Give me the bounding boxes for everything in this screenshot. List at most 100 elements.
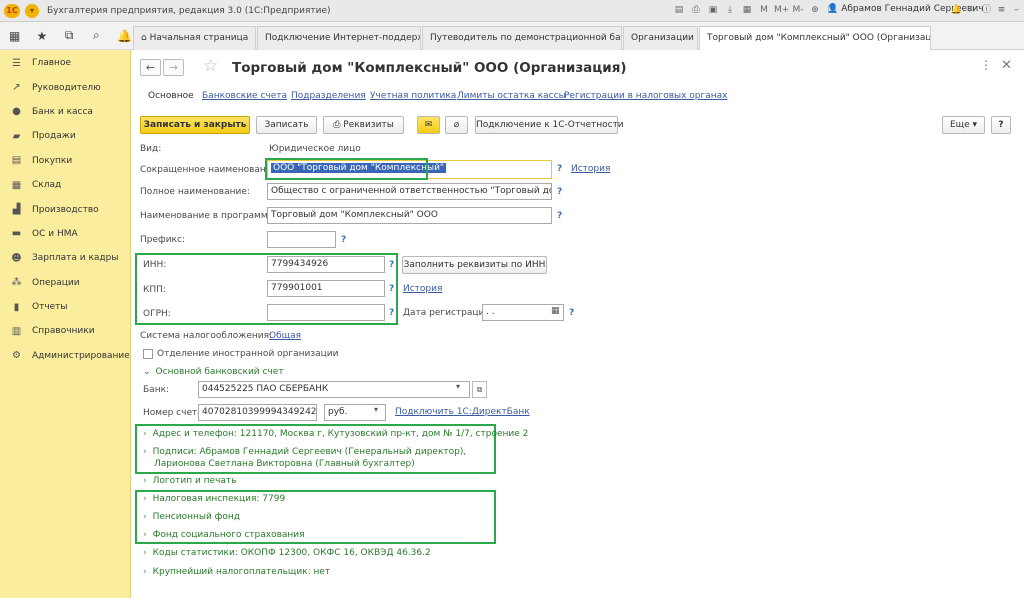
social-fund-section[interactable]: › Фонд социального страхования xyxy=(143,530,305,540)
minimize-icon[interactable]: – xyxy=(1010,3,1023,17)
tax-office-section[interactable]: › Налоговая инспекция: 7799 xyxy=(143,494,285,504)
tab-internet-support[interactable]: Подключение Интернет-поддержки xyxy=(257,26,421,50)
chevron-right-icon: › xyxy=(143,494,147,504)
kpp-field[interactable]: 779901001 xyxy=(267,280,385,297)
subtab-bank-accounts[interactable]: Банковские счета xyxy=(202,91,287,101)
largest-taxpayer-section[interactable]: › Крупнейший налогоплательщик: нет xyxy=(143,567,330,577)
form-close-icon[interactable]: ✕ xyxy=(1001,58,1012,73)
memory-m-icon[interactable]: M xyxy=(757,3,771,17)
bag-icon: ▤ xyxy=(11,155,22,167)
memory-minus-icon[interactable]: M- xyxy=(791,3,805,17)
history-icon[interactable]: ⧉ xyxy=(63,28,76,43)
sidebar-item-purchases[interactable]: ▤ Покупки xyxy=(0,149,130,173)
email-button[interactable]: ✉ xyxy=(417,116,440,134)
open-link-icon[interactable]: ⧉ xyxy=(472,381,487,398)
sidebar-item-warehouse[interactable]: ▦ Склад xyxy=(0,173,130,197)
prefix-help-icon[interactable]: ? xyxy=(341,235,346,245)
save-button[interactable]: Записать xyxy=(256,116,317,134)
reg-date-help-icon[interactable]: ? xyxy=(569,308,574,318)
sidebar-item-admin[interactable]: ⚙ Администрирование xyxy=(0,344,130,368)
more-dots-icon[interactable]: ⋮ xyxy=(980,58,992,72)
sidebar-item-catalogs[interactable]: ▥ Справочники xyxy=(0,319,130,343)
requisites-button[interactable]: ⎙ Реквизиты xyxy=(323,116,404,134)
favorite-star-icon[interactable]: ☆ xyxy=(203,56,218,76)
inn-help-icon[interactable]: ? xyxy=(389,260,394,270)
calendar-icon[interactable]: ▦ xyxy=(740,3,754,17)
bell-icon[interactable]: 🔔 xyxy=(950,3,963,17)
tax-system-link[interactable]: Общая xyxy=(269,331,301,341)
signatures-section[interactable]: › Подписи: Абрамов Геннадий Сергеевич (Ге… xyxy=(143,447,466,457)
program-name-help-icon[interactable]: ? xyxy=(557,211,562,221)
sidebar-item-main[interactable]: ☰ Главное xyxy=(0,51,130,75)
ruble-icon: ● xyxy=(12,106,21,118)
address-section[interactable]: › Адрес и телефон: 121170, Москва г, Куту… xyxy=(143,429,528,439)
kpp-history-link[interactable]: История xyxy=(403,284,442,294)
tab-demo-guide[interactable]: Путеводитель по демонстрационной базе xyxy=(422,26,622,50)
tab-organizations[interactable]: Организации xyxy=(623,26,698,50)
subtab-tax-registrations[interactable]: Регистрации в налоговых органах xyxy=(564,91,728,101)
attachments-button[interactable]: ⌀ xyxy=(445,116,468,134)
prefix-field[interactable] xyxy=(267,231,336,248)
inn-field[interactable]: 7799434926 xyxy=(267,256,385,273)
sidebar-item-sales[interactable]: ▰ Продажи xyxy=(0,124,130,148)
settings-icon[interactable]: ≡ xyxy=(995,3,1008,17)
notifications-bell-icon[interactable]: 🔔 xyxy=(117,29,132,43)
forward-button[interactable]: → xyxy=(163,59,184,76)
print-icon[interactable]: ⎙ xyxy=(689,3,703,17)
save-icon[interactable]: ▣ xyxy=(706,3,720,17)
sidebar-item-bank[interactable]: ● Банк и касса xyxy=(0,100,130,124)
bank-section-header[interactable]: ⌄ Основной банковский счет xyxy=(143,367,284,377)
sidebar-item-manager[interactable]: ↗ Руководителю xyxy=(0,75,130,99)
subtab-main[interactable]: Основное xyxy=(148,91,194,101)
memory-plus-icon[interactable]: M+ xyxy=(774,3,789,17)
reports-icon: ▮ xyxy=(13,301,20,313)
full-name-help-icon[interactable]: ? xyxy=(557,187,562,197)
tab-home[interactable]: ⌂ Начальная страница xyxy=(133,26,256,50)
warehouse-icon: ▦ xyxy=(11,179,22,191)
sidebar-item-reports[interactable]: ▮ Отчеты xyxy=(0,295,130,319)
document-icon[interactable]: ▤ xyxy=(672,3,686,17)
currency-dropdown-icon[interactable]: ▾ xyxy=(374,405,378,414)
sidebar-item-assets[interactable]: ▬ ОС и НМА xyxy=(0,222,130,246)
pension-fund-section[interactable]: › Пенсионный фонд xyxy=(143,512,240,522)
kind-label: Вид: xyxy=(140,144,162,154)
short-name-history-link[interactable]: История xyxy=(571,164,610,174)
bank-field[interactable]: 044525225 ПАО СБЕРБАНК xyxy=(198,381,470,398)
tab-organization-form[interactable]: Торговый дом "Комплексный" ООО (Организа… xyxy=(699,26,931,51)
more-button[interactable]: Еще ▾ xyxy=(942,116,985,134)
fill-by-inn-button[interactable]: Заполнить реквизиты по ИНН xyxy=(402,256,547,274)
stat-codes-section[interactable]: › Коды статистики: ОКОПФ 12300, ОКФС 16, … xyxy=(143,548,431,558)
kpp-help-icon[interactable]: ? xyxy=(389,284,394,294)
main-menu-button[interactable]: ▾ xyxy=(25,3,39,18)
back-button[interactable]: ← xyxy=(140,59,161,76)
arrow-right-icon: → xyxy=(168,61,179,74)
save-and-close-button[interactable]: Записать и закрыть xyxy=(140,116,250,134)
program-name-field[interactable]: Торговый дом "Комплексный" ООО xyxy=(267,207,552,224)
account-field[interactable]: 40702810399994349242 xyxy=(198,404,317,421)
zoom-icon[interactable]: ⊕ xyxy=(808,3,822,17)
foreign-branch-checkbox[interactable] xyxy=(143,349,153,359)
download-icon[interactable]: ⤓ xyxy=(723,3,737,17)
subtab-accounting-policy[interactable]: Учетная политика xyxy=(370,91,456,101)
subtab-departments[interactable]: Подразделения xyxy=(291,91,366,101)
ogrn-help-icon[interactable]: ? xyxy=(389,308,394,318)
info-icon[interactable]: ⓘ xyxy=(980,3,993,17)
logo-section[interactable]: › Логотип и печать xyxy=(143,476,236,486)
sidebar-item-production[interactable]: ▟ Производство xyxy=(0,197,130,221)
star-icon[interactable]: ☆ xyxy=(965,3,978,17)
subtab-cash-limits[interactable]: Лимиты остатка кассы xyxy=(457,91,566,101)
help-button[interactable]: ? xyxy=(991,116,1011,134)
favorites-star-icon[interactable]: ★ xyxy=(35,29,48,43)
short-name-help-icon[interactable]: ? xyxy=(557,164,562,174)
calendar-picker-icon[interactable]: ▦ xyxy=(551,306,560,316)
sidebar-item-operations[interactable]: ⁂ Операции xyxy=(0,271,130,295)
sidebar-item-salary[interactable]: ☻ Зарплата и кадры xyxy=(0,246,130,270)
open-tabs-bar: ⌂ Начальная страница Подключение Интерне… xyxy=(131,22,1024,51)
direct-bank-link[interactable]: Подключить 1С:ДиректБанк xyxy=(395,407,530,417)
ogrn-field[interactable] xyxy=(267,304,385,321)
full-name-field[interactable]: Общество с ограниченной ответственностью… xyxy=(267,183,552,200)
bank-dropdown-icon[interactable]: ▾ xyxy=(456,382,460,391)
apps-grid-icon[interactable]: ▦ xyxy=(8,29,21,43)
connect-reporting-button[interactable]: Подключение к 1С-Отчетности xyxy=(475,116,624,134)
search-icon[interactable]: ⌕ xyxy=(90,28,103,43)
